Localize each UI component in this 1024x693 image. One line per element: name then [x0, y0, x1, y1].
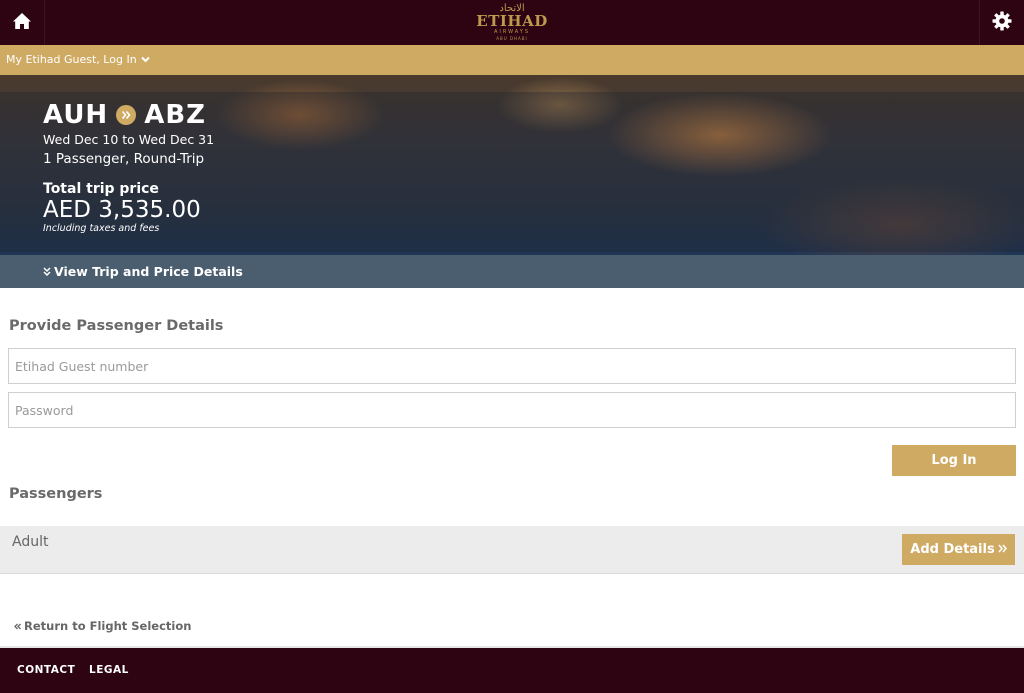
destination-code: ABZ: [144, 100, 206, 130]
double-chevron-right-icon: [998, 542, 1007, 557]
total-price: AED 3,535.00: [43, 197, 201, 223]
logo-brand-text: ETIHAD: [476, 12, 548, 30]
top-navigation-bar: الاتحاد ETIHAD AIRWAYS ABU DHABI: [0, 0, 1024, 45]
guest-login-label: My Etihad Guest, Log In: [6, 53, 137, 66]
view-trip-details-link[interactable]: View Trip and Price Details: [43, 264, 243, 279]
add-details-label: Add Details: [910, 542, 995, 557]
flight-route: AUH ABZ: [43, 100, 214, 130]
return-to-flight-selection-link[interactable]: Return to Flight Selection: [14, 619, 191, 633]
passenger-details-title: Provide Passenger Details: [9, 318, 224, 334]
trip-details-bar: View Trip and Price Details: [0, 255, 1024, 288]
login-button[interactable]: Log In: [892, 445, 1016, 476]
home-icon: [12, 12, 32, 34]
double-chevron-left-icon: [14, 619, 21, 633]
double-chevron-down-icon: [43, 264, 51, 279]
chevron-down-icon: [140, 53, 150, 66]
add-details-button[interactable]: Add Details: [902, 534, 1015, 565]
guest-number-input[interactable]: [8, 348, 1016, 384]
contact-link[interactable]: CONTACT: [17, 664, 75, 676]
etihad-logo[interactable]: الاتحاد ETIHAD AIRWAYS ABU DHABI: [474, 3, 550, 43]
settings-button[interactable]: [979, 0, 1024, 45]
footer: CONTACT LEGAL: [0, 648, 1024, 693]
passenger-summary: 1 Passenger, Round-Trip: [43, 151, 205, 167]
gear-icon: [992, 11, 1012, 35]
return-link-label: Return to Flight Selection: [24, 619, 192, 633]
password-input[interactable]: [8, 392, 1016, 428]
logo-city-text: ABU DHABI: [496, 36, 528, 41]
route-arrow-icon: [116, 105, 137, 125]
passenger-type: Adult: [12, 534, 49, 550]
trip-summary: AUH ABZ Wed Dec 10 to Wed Dec 31 1 Passe…: [43, 100, 214, 235]
total-price-label: Total trip price: [43, 181, 159, 197]
home-button[interactable]: [0, 0, 45, 45]
passengers-title: Passengers: [9, 486, 103, 502]
logo-sub-text: AIRWAYS: [493, 29, 531, 35]
trip-summary-banner: AUH ABZ Wed Dec 10 to Wed Dec 31 1 Passe…: [0, 75, 1024, 255]
trip-dates: Wed Dec 10 to Wed Dec 31: [43, 132, 215, 147]
guest-login-link[interactable]: My Etihad Guest, Log In: [6, 53, 150, 66]
price-note: Including taxes and fees: [43, 223, 160, 234]
view-trip-details-label: View Trip and Price Details: [54, 264, 243, 279]
origin-code: AUH: [43, 100, 109, 130]
guest-login-bar: My Etihad Guest, Log In: [0, 45, 1024, 75]
legal-link[interactable]: LEGAL: [89, 664, 129, 676]
passenger-row: Adult Add Details: [0, 526, 1024, 574]
